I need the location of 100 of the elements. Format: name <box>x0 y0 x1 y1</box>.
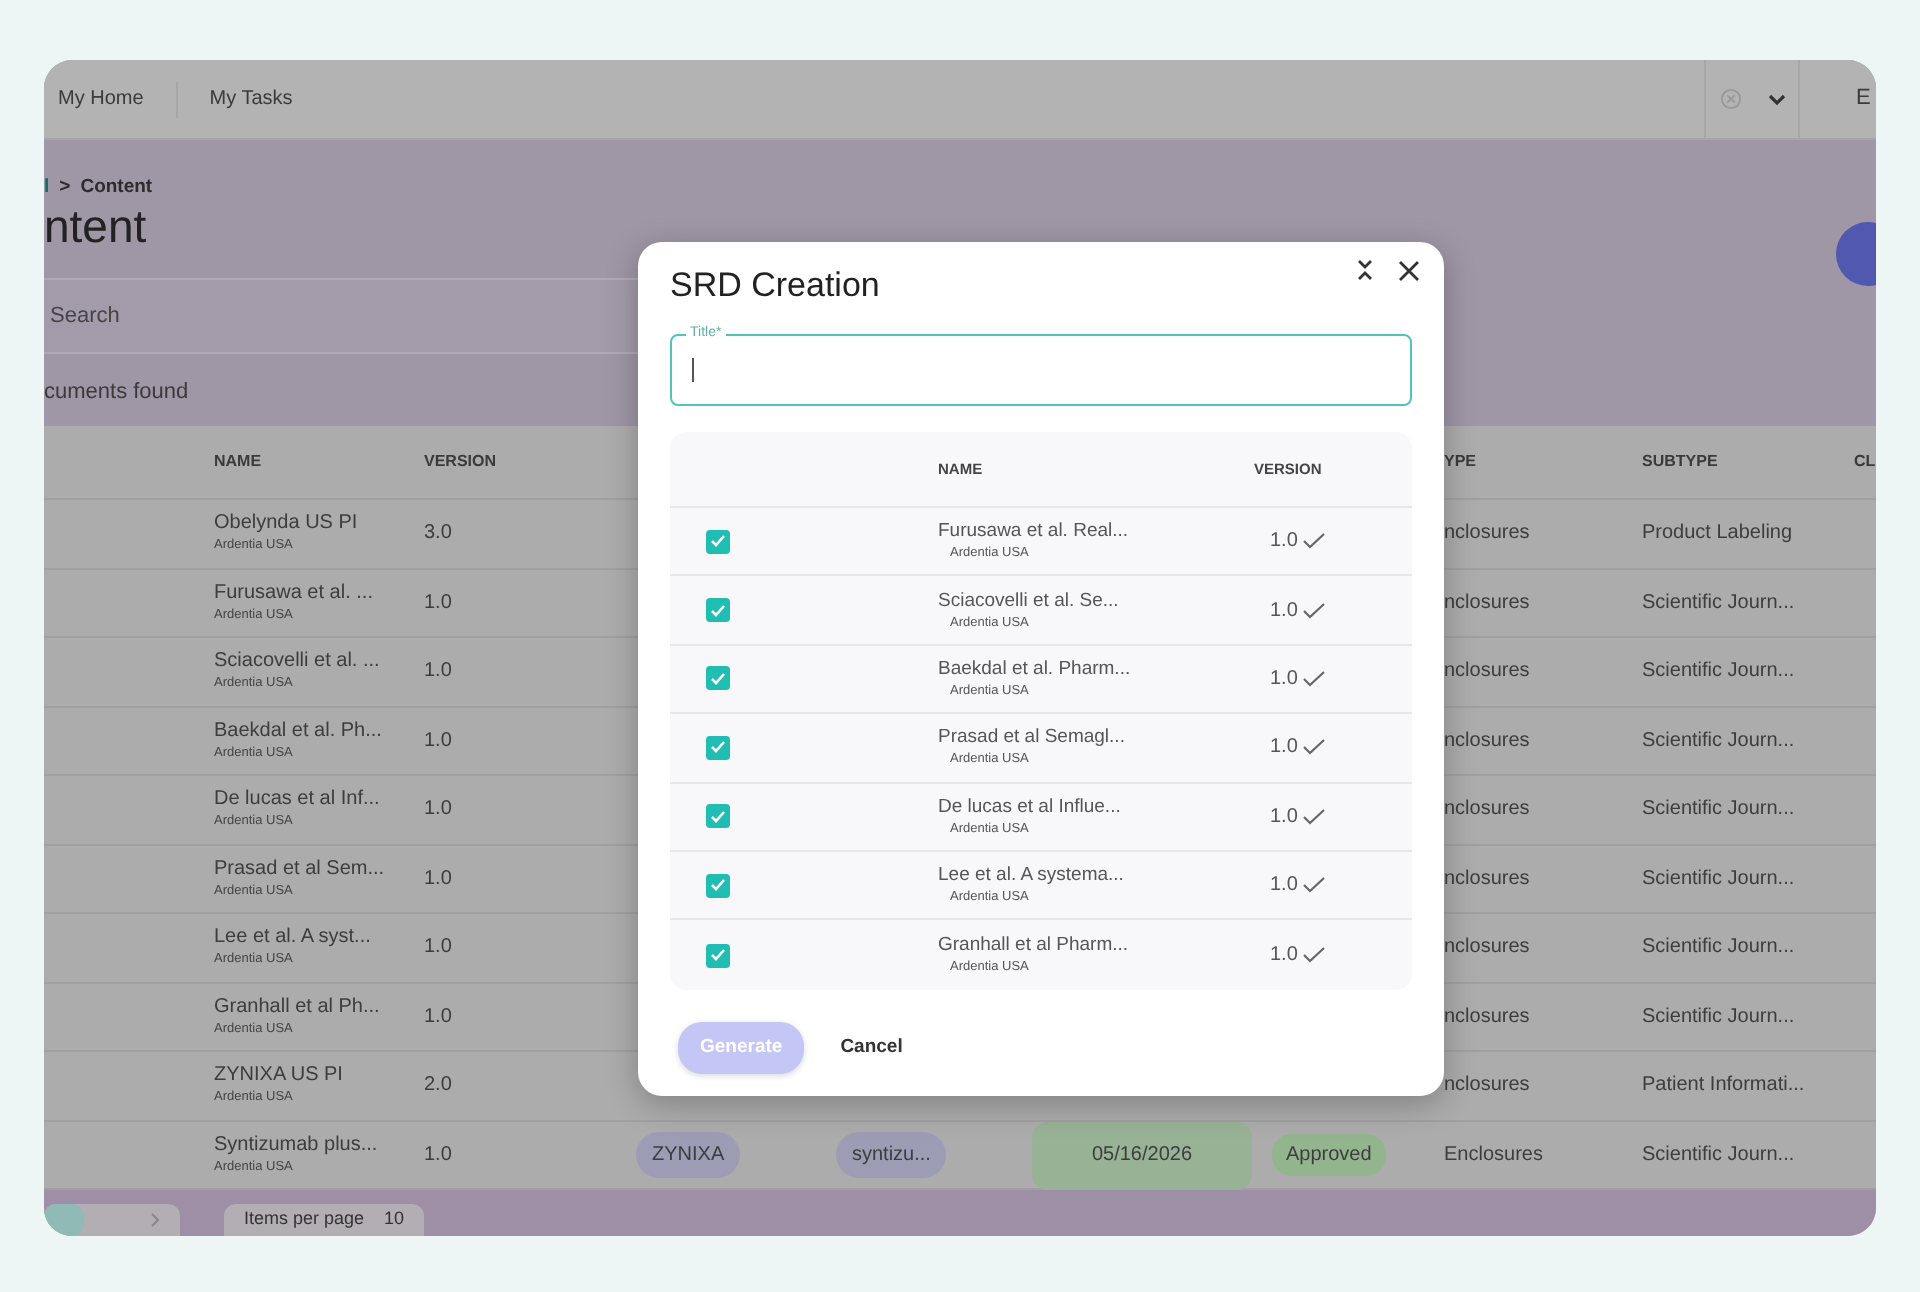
document-name: Obelynda US PI <box>214 512 358 535</box>
document-name: Furusawa et al. Real... <box>938 520 1129 543</box>
type-cell-text: nclosures <box>1444 1003 1532 1032</box>
checkbox[interactable] <box>706 873 730 898</box>
check-icon <box>1301 946 1326 965</box>
type-cell-text: nclosures <box>1444 934 1532 963</box>
version-cell-text: 1.0 <box>424 796 454 825</box>
type-cell-text: nclosures <box>1444 658 1532 687</box>
version-cell-text: 1.0 <box>1270 597 1298 626</box>
document-name: Syntizumab plus... <box>214 1134 378 1156</box>
subtype-cell-text: Scientific Journ... <box>1642 589 1797 618</box>
column-header: VERSION <box>424 450 499 474</box>
checkbox[interactable] <box>706 598 730 623</box>
version-cell-text: 1.0 <box>1270 803 1298 832</box>
checkbox[interactable] <box>706 666 730 691</box>
version-cell-text: 3.0 <box>424 520 454 549</box>
type-cell-text: nclosures <box>1444 727 1532 756</box>
page-button[interactable] <box>44 1204 84 1236</box>
version-cell-text: 1.0 <box>424 589 454 618</box>
cancel-button[interactable]: Cancel <box>832 1021 911 1074</box>
checkmark-icon <box>710 671 726 686</box>
type-cell-text: Enclosures <box>1444 1142 1545 1170</box>
subtype-cell-text: Scientific Journ... <box>1642 727 1797 756</box>
document-name: Prasad et al Sem... <box>214 857 385 880</box>
document-name: De lucas et al Influe... <box>938 795 1121 818</box>
items-per-page-select[interactable]: 10 <box>384 1206 405 1234</box>
type-cell-text: nclosures <box>1444 865 1532 894</box>
collapse-icon[interactable] <box>1356 258 1374 282</box>
date-cell: 05/16/2026 <box>1032 1121 1252 1189</box>
checkmark-icon <box>710 534 726 549</box>
version-cell-text: 1.0 <box>1270 665 1298 694</box>
checkmark-icon <box>710 809 726 824</box>
checkmark-icon <box>710 603 726 618</box>
version-cell-text: 1.0 <box>424 658 454 687</box>
document-name: Baekdal et al. Pharm... <box>938 657 1131 680</box>
version-cell-text: 1.0 <box>424 934 454 963</box>
version-cell-text: 2.0 <box>424 1072 454 1101</box>
type-cell-text: nclosures <box>1444 1072 1532 1101</box>
page-title: ntent <box>44 200 149 252</box>
subtype-cell-text: Patient Informati... <box>1642 1072 1807 1101</box>
check-icon <box>1301 807 1326 826</box>
text-cursor <box>692 358 694 382</box>
close-icon[interactable] <box>1398 258 1420 282</box>
column-header: NAME <box>214 450 264 474</box>
document-name: ZYNIXA US PI <box>214 1064 343 1087</box>
subtype-cell-text: Scientific Journ... <box>1642 865 1797 894</box>
document-name: Sciacovelli et al. Se... <box>938 589 1119 612</box>
column-header: CL <box>1854 450 1876 474</box>
document-name: Lee et al. A systema... <box>938 864 1124 887</box>
nav-link[interactable]: My Tasks <box>177 81 325 117</box>
chevron-down-icon[interactable] <box>1767 93 1785 105</box>
column-header: YPE <box>1444 450 1479 474</box>
status-badge: Approved <box>1272 1134 1386 1176</box>
document-name: De lucas et al Inf... <box>214 788 380 811</box>
subtype-cell-text: Scientific Journ... <box>1642 658 1797 687</box>
nav-link[interactable]: My Home <box>44 81 178 117</box>
version-cell-text: 1.0 <box>424 727 454 756</box>
breadcrumb-separator: > <box>59 173 71 202</box>
dialog-title: SRD Creation <box>670 266 880 306</box>
checkmark-icon <box>710 740 726 755</box>
search-field[interactable]: Search <box>44 278 644 354</box>
subtype-cell-text: Scientific Journ... <box>1642 1003 1797 1032</box>
check-icon <box>1301 601 1326 620</box>
subtype-cell-text: Product Labeling <box>1642 520 1795 549</box>
version-cell-text: 1.0 <box>1270 528 1298 557</box>
check-icon <box>1301 738 1326 757</box>
document-name: Sciacovelli et al. ... <box>214 650 380 673</box>
checkmark-icon <box>710 878 726 893</box>
checkbox[interactable] <box>706 735 730 760</box>
subtype-cell-text: Scientific Journ... <box>1642 934 1797 963</box>
version-cell-text: 1.0 <box>424 1142 454 1170</box>
checkbox[interactable] <box>706 529 730 554</box>
checkmark-icon <box>710 948 726 963</box>
clear-icon[interactable] <box>1719 88 1741 110</box>
subtype-cell-text: Scientific Journ... <box>1642 1142 1797 1170</box>
product-tag: ZYNIXA <box>636 1132 741 1178</box>
result-count: cuments found <box>44 378 189 408</box>
version-cell-text: 1.0 <box>424 865 454 894</box>
check-icon <box>1301 876 1326 895</box>
document-name: Granhall et al Ph... <box>214 995 380 1018</box>
version-cell-text: 1.0 <box>1270 942 1298 971</box>
type-cell-text: nclosures <box>1444 520 1532 549</box>
version-cell-text: 1.0 <box>424 1003 454 1032</box>
check-icon <box>1301 669 1326 688</box>
document-name: Baekdal et al. Ph... <box>214 719 382 742</box>
type-cell-text: nclosures <box>1444 589 1532 618</box>
breadcrumb-current: Content <box>80 173 153 202</box>
user-name[interactable]: E <box>1800 82 1876 116</box>
version-cell-text: 1.0 <box>1270 734 1298 763</box>
checkbox[interactable] <box>706 943 730 968</box>
items-per-page-label: Items per page <box>244 1206 365 1233</box>
document-name: Furusawa et al. ... <box>214 581 373 604</box>
subtype-cell-text: Scientific Journ... <box>1642 796 1797 825</box>
molecule-tag: syntizu... <box>836 1132 947 1178</box>
chevron-right-icon[interactable] <box>150 1212 160 1228</box>
type-cell-text: nclosures <box>1444 796 1532 825</box>
version-cell-text: 1.0 <box>1270 872 1298 901</box>
checkbox[interactable] <box>706 804 730 829</box>
check-icon <box>1301 532 1326 551</box>
document-name: Granhall et al Pharm... <box>938 934 1129 957</box>
